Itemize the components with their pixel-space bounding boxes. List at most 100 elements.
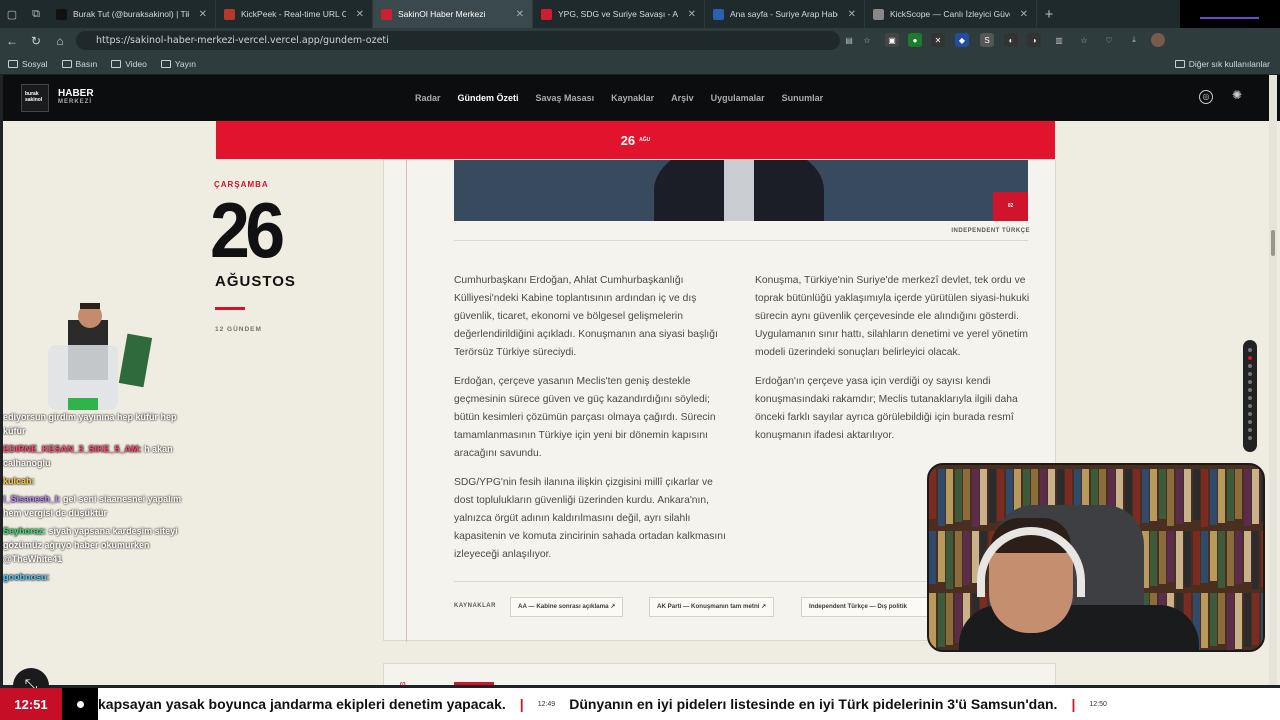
agenda-dot[interactable] [1248,396,1252,400]
nav-item[interactable]: Gündem Özeti [458,93,519,103]
next-card-number: 03 [400,682,406,685]
bookmarks-bar: Sosyal Basın Video Yayın Diğer sık kulla… [0,53,1280,75]
nav-item[interactable]: Uygulamalar [711,93,765,103]
close-tab-icon[interactable]: ✕ [848,9,856,20]
book [937,469,945,526]
bookmark-folder[interactable]: Video [111,59,147,69]
workspace-icon[interactable]: ▢ [0,0,24,28]
extension-icon[interactable]: ● [908,33,922,47]
logo-subtitle: MERKEZİ [58,99,92,105]
extension-icon[interactable]: ▣ [885,33,899,47]
nav-item[interactable]: Radar [415,93,441,103]
agenda-dot[interactable] [1248,372,1252,376]
chat-message: ediyorsun girdim yayınına hep küfür hep … [3,410,183,438]
book [1218,531,1225,588]
source-link[interactable]: AA — Kabine sonrası açıklama ↗ [510,597,624,617]
bookmark-label: Basın [75,58,98,69]
favorites-icon[interactable]: ☆ [1077,33,1091,47]
extension-icon[interactable]: S [980,33,994,47]
close-tab-icon[interactable]: ✕ [1020,9,1028,20]
bookmark-folder[interactable]: Sosyal [8,59,48,69]
agenda-dot[interactable] [1248,436,1252,440]
bookmark-folder[interactable]: Basın [61,58,98,69]
ticker-item: kapsayan yasak boyunca jandarma ekipleri… [98,696,506,712]
profile-avatar[interactable] [1151,33,1165,47]
chat-username: EDIRNE_KESAN_3_SIKE_5_AM: [3,444,142,454]
agenda-dot[interactable] [1248,412,1252,416]
book [1209,593,1217,646]
banner-day: 26 [620,132,636,148]
new-tab-button[interactable]: + [1037,0,1061,28]
ticker-timestamp: 12:49 [537,700,556,708]
nav-item[interactable]: Kaynaklar [611,93,654,103]
next-article-card: 03 [383,663,1056,685]
nav-item[interactable]: Sunumlar [782,93,824,103]
chat-message: EDIRNE_KESAN_3_SIKE_5_AM: h akan calhano… [3,442,183,470]
close-tab-icon[interactable]: ✕ [516,9,524,20]
site-header: burak sakinol HABER MERKEZİ Radar Gündem Ö… [3,75,1280,121]
extension-icon[interactable]: ◑ [1027,33,1041,47]
back-icon[interactable]: ← [0,28,24,53]
browser-tab[interactable]: KickPeek - Real-time URL Crawler ✕ [216,0,373,28]
browser-tab[interactable]: KickScope — Canlı İzleyici Güven A ✕ [865,0,1037,28]
theme-toggle-icon[interactable]: ✺ [1230,89,1244,104]
nav-item[interactable]: Arşiv [671,93,694,103]
agenda-dot[interactable] [1248,364,1252,368]
nav-item[interactable]: Savaş Masası [536,93,595,103]
agenda-dot[interactable] [1248,356,1252,360]
divider [454,240,1028,241]
url-field[interactable]: https://sakinol-haber-merkezi-vercel.ver… [76,31,840,50]
close-tab-icon[interactable]: ✕ [356,9,364,20]
reload-icon[interactable]: ↻ [24,28,48,53]
book [988,469,996,523]
page-scrollbar[interactable] [1269,75,1277,685]
book [1252,469,1259,524]
settings-icon[interactable]: ◎ [1199,90,1213,104]
agenda-dot[interactable] [1248,428,1252,432]
source-link[interactable]: Independent Türkçe — Dış politik [801,597,931,617]
article-photo: 02 [454,160,1028,221]
extension-icon[interactable]: ◐ [1004,33,1018,47]
agenda-dot[interactable] [1248,420,1252,424]
agenda-dot[interactable] [1248,348,1252,352]
split-screen-icon[interactable]: ▥ [1052,33,1066,47]
downloads-icon[interactable]: ⤓ [1127,33,1141,47]
extension-icon[interactable]: ◆ [955,33,969,47]
agenda-dot[interactable] [1248,388,1252,392]
close-tab-icon[interactable]: ✕ [199,9,207,20]
browser-tab[interactable]: Ana sayfa - Suriye Arap Haber Ajansı ✕ [705,0,865,28]
article-column-right: Konuşma, Türkiye'nin Suriye'de merkezî d… [755,272,1030,456]
home-icon[interactable]: ⌂ [48,28,72,53]
site-logo[interactable]: burak sakinol [21,84,49,112]
browser-tab[interactable]: SakinOl Haber Merkezi ✕ [373,0,533,28]
card-rule [406,160,407,642]
book [1184,469,1191,522]
bookmark-folder[interactable]: Yayın [160,59,196,69]
close-tab-icon[interactable]: ✕ [688,9,696,20]
scrollbar-thumb[interactable] [1271,230,1275,256]
folder-icon [61,59,72,68]
banner-month: AĞU [639,137,651,143]
book [1218,593,1225,644]
browser-tab[interactable]: YPG, SDG ve Suriye Savaşı - Araştır ✕ [533,0,705,28]
site-logo-text[interactable]: HABER MERKEZİ [58,89,94,107]
agenda-dot[interactable] [1248,380,1252,384]
book [946,469,953,524]
extension-icon[interactable]: ✕ [931,33,945,47]
tab-actions-icon[interactable]: ⧉ [24,0,48,28]
folder-icon [160,59,171,68]
collections-icon[interactable]: ♡ [1102,33,1116,47]
folder-icon [8,59,18,68]
article-paragraph: Cumhurbaşkanı Erdoğan, Ahlat Cumhurbaşka… [454,275,718,358]
book [946,531,953,589]
agenda-dot[interactable] [1248,404,1252,408]
other-bookmarks[interactable]: Diğer sık kullanılanlar [1174,53,1270,75]
article-paragraph: Erdoğan, çerçeve yasanın Meclis'ten geni… [454,376,716,459]
source-link[interactable]: AK Parti — Konuşmanın tam metni ↗ [649,597,775,617]
news-ticker: 12:51 kapsayan yasak boyunca jandarma ek… [0,688,1280,720]
book [1158,469,1166,519]
reader-icon[interactable]: ▤ [842,33,856,47]
favorite-star-icon[interactable]: ☆ [860,33,874,47]
agenda-progress-nav[interactable] [1243,340,1257,452]
browser-tab[interactable]: Burak Tut (@buraksakinol) | TikTok ✕ [48,0,216,28]
